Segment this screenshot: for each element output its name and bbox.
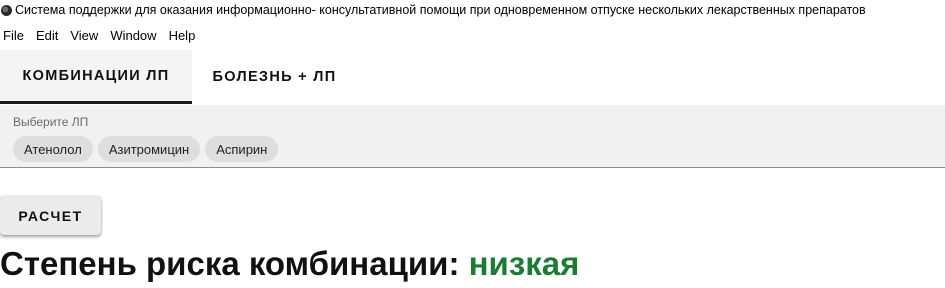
risk-result-prefix: Степень риска комбинации: xyxy=(0,245,469,282)
menu-edit[interactable]: Edit xyxy=(36,28,58,43)
tab-disease-drug[interactable]: БОЛЕЗНЬ + ЛП xyxy=(192,50,357,104)
tab-drug-combinations[interactable]: КОМБИНАЦИИ ЛП xyxy=(0,50,192,104)
menu-view[interactable]: View xyxy=(70,28,98,43)
drug-chip-azithromycin[interactable]: Азитромицин xyxy=(97,136,201,162)
drug-chip-list: Атенолол Азитромицин Аспирин xyxy=(13,136,279,162)
drug-select-label: Выберите ЛП xyxy=(13,115,89,129)
menu-file[interactable]: File xyxy=(3,28,24,43)
drug-chip-aspirin[interactable]: Аспирин xyxy=(205,136,279,162)
risk-result-heading: Степень риска комбинации: низкая xyxy=(0,244,579,284)
calculate-button[interactable]: РАСЧЕТ xyxy=(0,196,101,235)
tab-bar: КОМБИНАЦИИ ЛП БОЛЕЗНЬ + ЛП xyxy=(0,50,945,104)
window-titlebar: Система поддержки для оказания информаци… xyxy=(0,0,945,20)
menu-window[interactable]: Window xyxy=(110,28,156,43)
menu-bar: File Edit View Window Help xyxy=(0,24,204,46)
drug-chip-atenolol[interactable]: Атенолол xyxy=(13,136,93,162)
menu-help[interactable]: Help xyxy=(169,28,196,43)
risk-level-value: низкая xyxy=(468,245,580,282)
drug-select-field[interactable]: Выберите ЛП Атенолол Азитромицин Аспирин xyxy=(0,105,945,168)
app-icon xyxy=(1,4,12,16)
window-title: Система поддержки для оказания информаци… xyxy=(15,3,866,17)
